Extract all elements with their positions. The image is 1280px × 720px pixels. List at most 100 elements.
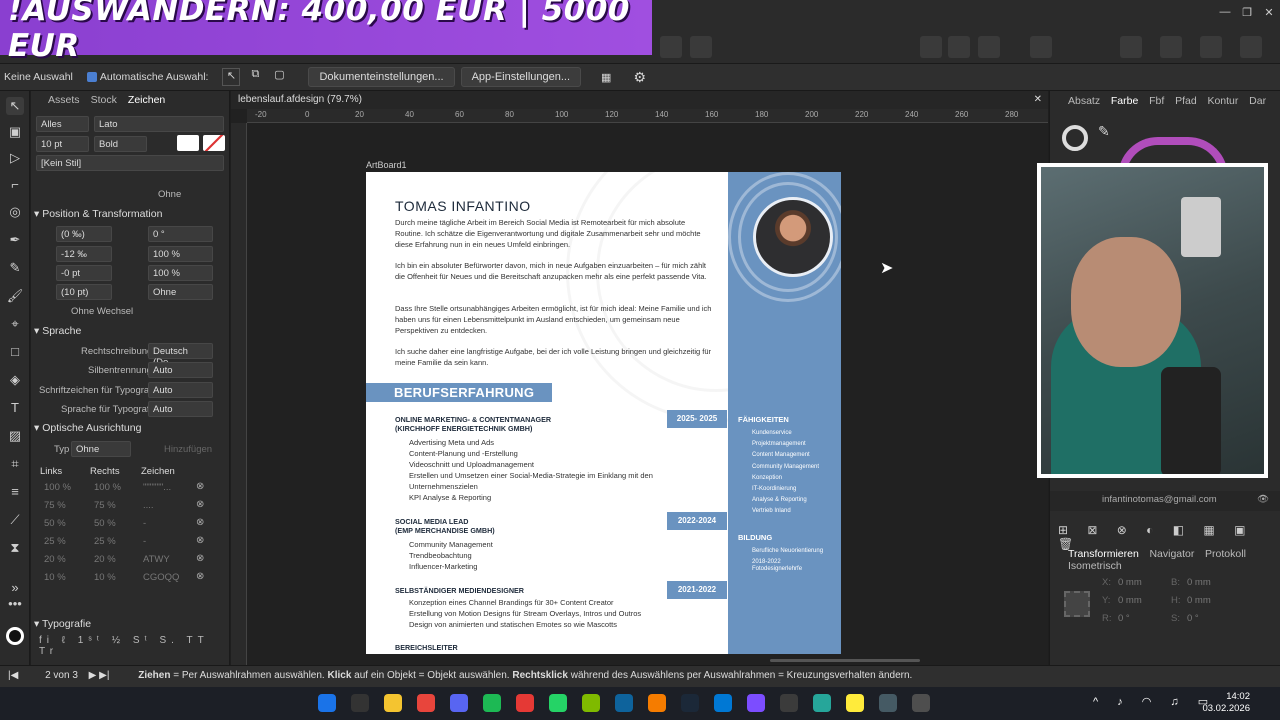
taskbar-app-icon[interactable] [912, 694, 930, 712]
font-weight-select[interactable]: Bold [94, 136, 147, 152]
cv-artboard[interactable]: TOMAS INFANTINO Durch meine tägliche Arb… [366, 172, 841, 654]
snap-icon[interactable] [978, 36, 1000, 58]
typography-buttons[interactable]: fi ℓ 1ˢᵗ ½ Sᵗ S. TT Tr [39, 635, 229, 657]
taskbar-app-icon[interactable] [516, 694, 534, 712]
taskbar-app-icon[interactable] [549, 694, 567, 712]
transform-icon[interactable] [948, 36, 970, 58]
font-family-select[interactable]: Lato [94, 116, 224, 132]
optical-left[interactable]: 25 % [44, 536, 66, 547]
anchor-selector[interactable] [1064, 591, 1090, 617]
sprache-section-title[interactable]: ▾ Sprache [34, 323, 81, 339]
toolbar-icon[interactable] [1120, 36, 1142, 58]
select-mode-icon-3[interactable]: ▢ [270, 68, 288, 86]
remove-row-icon[interactable]: ⊗ [196, 481, 204, 492]
remove-row-icon[interactable]: ⊗ [196, 517, 204, 528]
move-tool-icon[interactable]: ↖ [6, 97, 24, 115]
color-swatch-icon[interactable] [6, 627, 24, 645]
optical-right[interactable]: 25 % [94, 536, 116, 547]
tab-stock[interactable]: Stock [91, 94, 117, 106]
horizontal-scale-field[interactable]: 100 % [148, 246, 213, 262]
tab-transformieren[interactable]: Transformieren [1068, 548, 1139, 560]
tab-absatz[interactable]: Absatz [1068, 95, 1100, 107]
typography-language-select[interactable]: Auto [148, 401, 213, 417]
close-icon[interactable]: ✕ [1262, 6, 1276, 20]
tab-navigator[interactable]: Navigator [1149, 548, 1194, 560]
toolbar-icon[interactable] [1160, 36, 1182, 58]
horizontal-scrollbar[interactable] [770, 659, 920, 662]
rotation-field[interactable]: 0 ° [148, 226, 213, 242]
fill-tool-icon[interactable]: ⌖ [6, 315, 24, 333]
shape-tool-icon[interactable]: ◈ [6, 371, 24, 389]
taskbar-app-icon[interactable] [747, 694, 765, 712]
align-icon[interactable] [920, 36, 942, 58]
highlight-color-swatch[interactable] [203, 135, 225, 151]
toolbar-icon[interactable] [660, 36, 682, 58]
next-page-icon[interactable]: ▶ ▶| [89, 670, 110, 681]
node-tool-icon[interactable]: ▷ [6, 149, 24, 167]
tab-protokoll[interactable]: Protokoll [1205, 548, 1246, 560]
zoom-tool-icon[interactable]: ⧗ [6, 539, 24, 557]
align-tool-icon[interactable]: ≡ [6, 483, 24, 501]
rectangle-tool-icon[interactable]: □ [6, 343, 24, 361]
point-transform-icon[interactable]: ◎ [6, 203, 24, 221]
brush-tool-icon[interactable]: 🖌 [6, 287, 24, 305]
artboard-tool-icon[interactable]: ▣ [6, 123, 24, 141]
auto-select-checkbox[interactable]: Automatische Auswahl: [86, 71, 208, 83]
app-settings-button[interactable]: App-Einstellungen... [460, 67, 582, 87]
corner-tool-icon[interactable]: ⌐ [6, 176, 24, 194]
gear-icon[interactable]: ⚙ [633, 69, 646, 86]
hinzufuegen-button[interactable]: Hinzufügen [164, 444, 212, 455]
select-mode-icon-2[interactable]: ⧉ [246, 68, 264, 86]
first-page-icon[interactable]: |◀ [8, 670, 18, 681]
layer-actions[interactable]: ⊞ ⊠ ⊗ ◐ ◧ ▦ ▣ 🗑 [1058, 523, 1280, 551]
optical-left[interactable]: 20 % [44, 554, 66, 565]
taskbar-app-icon[interactable] [879, 694, 897, 712]
optical-right[interactable]: 75 % [94, 500, 116, 511]
text-color-swatch[interactable] [177, 135, 199, 151]
layer-item[interactable]: infantinotomas@gmail.com 👁 [1050, 491, 1280, 511]
leading-field[interactable]: (10 pt) [56, 284, 112, 300]
remove-row-icon[interactable]: ⊗ [196, 553, 204, 564]
optical-left[interactable]: 100 % [44, 482, 71, 493]
taskbar-app-icon[interactable] [813, 694, 831, 712]
grid-icon[interactable]: ▦ [601, 71, 611, 84]
toolbar-icon[interactable] [1200, 36, 1222, 58]
maximize-icon[interactable]: ❐ [1240, 6, 1254, 20]
tracking-field[interactable]: -12 ‰ [56, 246, 112, 262]
transform-value[interactable]: 0 ° [1187, 613, 1199, 624]
toolbar-icon[interactable] [690, 36, 712, 58]
optical-chars[interactable]: .... [143, 500, 154, 511]
taskbar-app-icon[interactable] [450, 694, 468, 712]
transform-value[interactable]: 0 mm [1187, 595, 1211, 606]
vertical-scale-field[interactable]: 100 % [148, 265, 213, 281]
ruler-tool-icon[interactable]: ⟋ [6, 511, 24, 529]
optical-chars[interactable]: CGOQQ [143, 572, 179, 583]
remove-row-icon[interactable]: ⊗ [196, 499, 204, 510]
taskbar-app-icon[interactable] [384, 694, 402, 712]
taskbar-app-icon[interactable] [318, 694, 336, 712]
spelling-language-select[interactable]: Deutsch (De... [148, 343, 213, 368]
remove-row-icon[interactable]: ⊗ [196, 571, 204, 582]
taskbar-app-icon[interactable] [714, 694, 732, 712]
transform-value[interactable]: 0 ° [1118, 613, 1130, 624]
typ-select[interactable]: Ohne [71, 441, 131, 457]
close-document-icon[interactable]: ✕ [1034, 94, 1042, 105]
stroke-select[interactable]: Ohne [148, 284, 213, 300]
tab-zeichen[interactable]: Zeichen [128, 94, 165, 106]
tab-fbf[interactable]: Fbf [1149, 95, 1164, 107]
eyedropper-icon[interactable]: ✎ [1098, 123, 1110, 140]
image-tool-icon[interactable]: ▨ [6, 427, 24, 445]
toolbar-icon[interactable] [1030, 36, 1052, 58]
font-size-field[interactable]: 10 pt [36, 136, 89, 152]
toolbar-icon[interactable] [1240, 36, 1262, 58]
font-filter-select[interactable]: Alles [36, 116, 89, 132]
select-mode-icon[interactable]: ↖ [222, 68, 241, 86]
optical-right[interactable]: 20 % [94, 554, 116, 565]
text-tool-icon[interactable]: T [6, 399, 24, 417]
tab-isometrisch[interactable]: Isometrisch [1068, 560, 1122, 572]
optical-right[interactable]: 10 % [94, 572, 116, 583]
optical-right[interactable]: 100 % [94, 482, 121, 493]
typography-chars-select[interactable]: Auto [148, 382, 213, 398]
tab-farbe[interactable]: Farbe [1111, 95, 1138, 107]
transform-value[interactable]: 0 mm [1187, 577, 1211, 588]
